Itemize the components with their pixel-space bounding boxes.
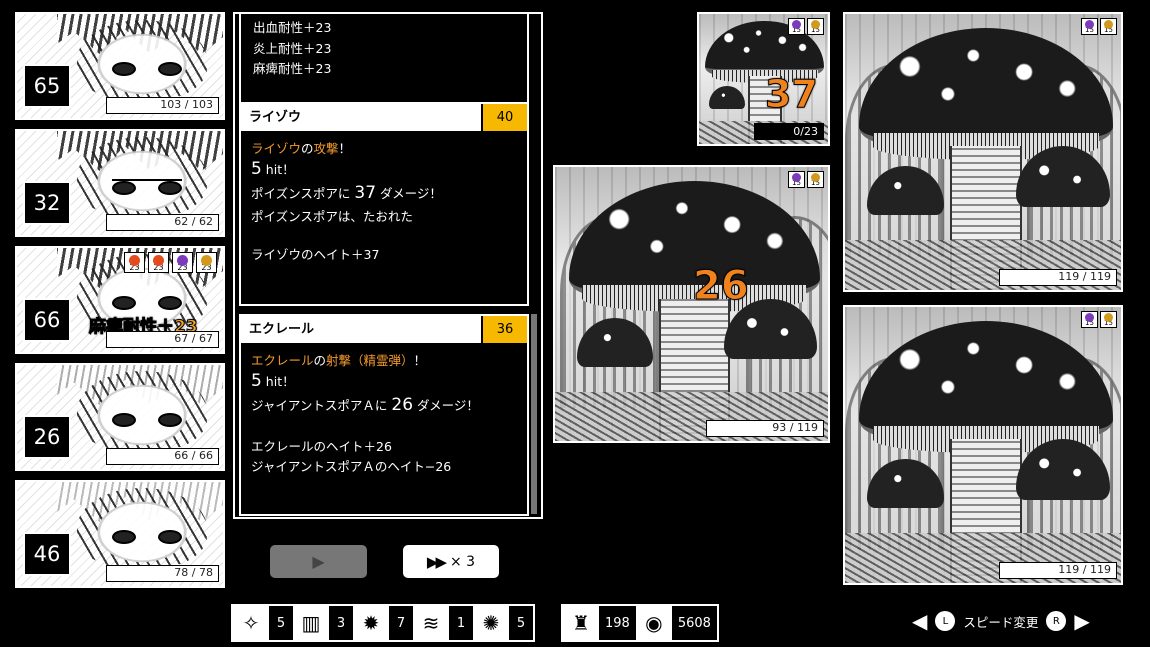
item-count: 1 bbox=[449, 606, 473, 640]
party-member-4[interactable]: 26 66 / 66 bbox=[15, 363, 225, 471]
party-member-5[interactable]: 46 78 / 78 bbox=[15, 480, 225, 588]
hate-badge: 36 bbox=[481, 316, 527, 343]
resource-count: 5608 bbox=[671, 606, 717, 640]
member-level: 65 bbox=[23, 64, 71, 108]
flame-icon: 23 bbox=[148, 252, 169, 273]
pillar-icon: ▥ bbox=[293, 606, 329, 640]
member-hp: 67 / 67 bbox=[106, 331, 219, 348]
sparkle-icon: ✧ bbox=[233, 606, 269, 640]
log-entry: エクレール 36 エクレールの射撃（精霊弾）！ 5 hit！ ジャイアントスポア… bbox=[239, 314, 529, 516]
enemy-status-icons: 15 15 bbox=[1081, 18, 1117, 35]
enemy-hp: 0/23 bbox=[754, 123, 824, 140]
log-actor-name: ライゾウ bbox=[249, 110, 302, 125]
enemy-status-icons: 15 15 bbox=[788, 18, 824, 35]
potion-bag-icon: ♜ bbox=[563, 606, 599, 640]
speed-change-hint[interactable]: ◀ L スピード変更 R ▶ bbox=[912, 611, 1090, 631]
member-hp: 103 / 103 bbox=[106, 97, 219, 114]
fire-icon: 23 bbox=[124, 252, 145, 273]
shield-icon: 15 bbox=[1100, 18, 1117, 35]
enemy-status-icons: 15 15 bbox=[788, 171, 824, 188]
item-count: 7 bbox=[389, 606, 413, 640]
enemy-giant-spore-a[interactable]: 15 15 26 93 / 119 bbox=[553, 165, 830, 443]
damage-popup: 37 bbox=[765, 72, 819, 117]
wind-icon: ≋ bbox=[413, 606, 449, 640]
log-scrollbar[interactable] bbox=[531, 314, 537, 514]
arrow-right-icon: ▶ bbox=[1074, 609, 1090, 633]
member-status-icons: 23 23 23 23 bbox=[124, 252, 217, 273]
poison-icon: 23 bbox=[172, 252, 193, 273]
poison-icon: 15 bbox=[788, 18, 805, 35]
shield-icon: 15 bbox=[807, 18, 824, 35]
arrow-left-icon: ◀ bbox=[912, 609, 928, 633]
enemy-hp: 119 / 119 bbox=[999, 269, 1117, 286]
enemy-giant-spore-b[interactable]: 15 15 119 / 119 bbox=[843, 12, 1123, 292]
shield-icon: 15 bbox=[807, 171, 824, 188]
shield-icon: 23 bbox=[196, 252, 217, 273]
item-count: 3 bbox=[329, 606, 353, 640]
log-entry: ライゾウ 40 ライゾウの攻撃！ 5 hit！ ポイズンスポアに 37 ダメージ… bbox=[239, 102, 529, 306]
enemy-hp: 119 / 119 bbox=[999, 562, 1117, 579]
enemy-status-icons: 15 15 bbox=[1081, 311, 1117, 328]
resource-bar: ♜ 198 ◉ 5608 bbox=[561, 604, 719, 642]
resource-count: 198 bbox=[599, 606, 636, 640]
item-slot[interactable]: ✹ 7 bbox=[353, 606, 413, 640]
resource-slot: ♜ 198 bbox=[563, 606, 636, 640]
shield-icon: 15 bbox=[1100, 311, 1117, 328]
party-member-1[interactable]: 65 103 / 103 bbox=[15, 12, 225, 120]
member-hp: 66 / 66 bbox=[106, 448, 219, 465]
member-level: 32 bbox=[23, 181, 71, 225]
speed-change-label: スピード変更 bbox=[963, 614, 1039, 630]
r-button-icon: R bbox=[1046, 611, 1067, 631]
enemy-hp: 93 / 119 bbox=[706, 420, 824, 437]
damage-popup: 26 bbox=[693, 263, 750, 310]
speed-multiplier: × 3 bbox=[449, 553, 476, 570]
item-count: 5 bbox=[509, 606, 533, 640]
battle-log[interactable]: 出血耐性＋23 炎上耐性＋23 麻痺耐性＋23 ライゾウ 40 ライゾウの攻撃！… bbox=[233, 12, 543, 519]
play-button[interactable]: ▶ bbox=[270, 545, 367, 578]
resource-slot: ◉ 5608 bbox=[635, 606, 717, 640]
poison-icon: 15 bbox=[788, 171, 805, 188]
party-member-3[interactable]: 23 23 23 23 麻痺耐性＋23 66 67 / 67 bbox=[15, 246, 225, 354]
member-hp: 62 / 62 bbox=[106, 214, 219, 231]
member-level: 26 bbox=[23, 415, 71, 459]
item-bar: ✧ 5 ▥ 3 ✹ 7 ≋ 1 ✺ 5 bbox=[231, 604, 535, 642]
l-button-icon: L bbox=[935, 611, 956, 631]
party-member-2[interactable]: 32 62 / 62 bbox=[15, 129, 225, 237]
fast-forward-icon: ▶▶ bbox=[426, 552, 447, 571]
member-hp: 78 / 78 bbox=[106, 565, 219, 582]
member-level: 66 bbox=[23, 298, 71, 342]
bomb-icon: ✺ bbox=[473, 606, 509, 640]
member-level: 46 bbox=[23, 532, 71, 576]
enemy-giant-spore-c[interactable]: 15 15 119 / 119 bbox=[843, 305, 1123, 585]
poison-icon: 15 bbox=[1081, 18, 1098, 35]
item-slot[interactable]: ✺ 5 bbox=[473, 606, 533, 640]
play-icon: ▶ bbox=[312, 552, 325, 571]
burst-icon: ✹ bbox=[353, 606, 389, 640]
coin-bag-icon: ◉ bbox=[635, 606, 672, 640]
fast-forward-button[interactable]: ▶▶ × 3 bbox=[403, 545, 499, 578]
poison-icon: 15 bbox=[1081, 311, 1098, 328]
item-slot[interactable]: ▥ 3 bbox=[293, 606, 353, 640]
item-slot[interactable]: ✧ 5 bbox=[233, 606, 293, 640]
hate-badge: 40 bbox=[481, 104, 527, 131]
enemy-poison-spore[interactable]: 15 15 37 0/23 bbox=[697, 12, 830, 146]
item-count: 5 bbox=[269, 606, 293, 640]
log-actor-name: エクレール bbox=[249, 322, 315, 337]
item-slot[interactable]: ≋ 1 bbox=[413, 606, 473, 640]
log-entry-previous: 出血耐性＋23 炎上耐性＋23 麻痺耐性＋23 bbox=[239, 14, 529, 110]
